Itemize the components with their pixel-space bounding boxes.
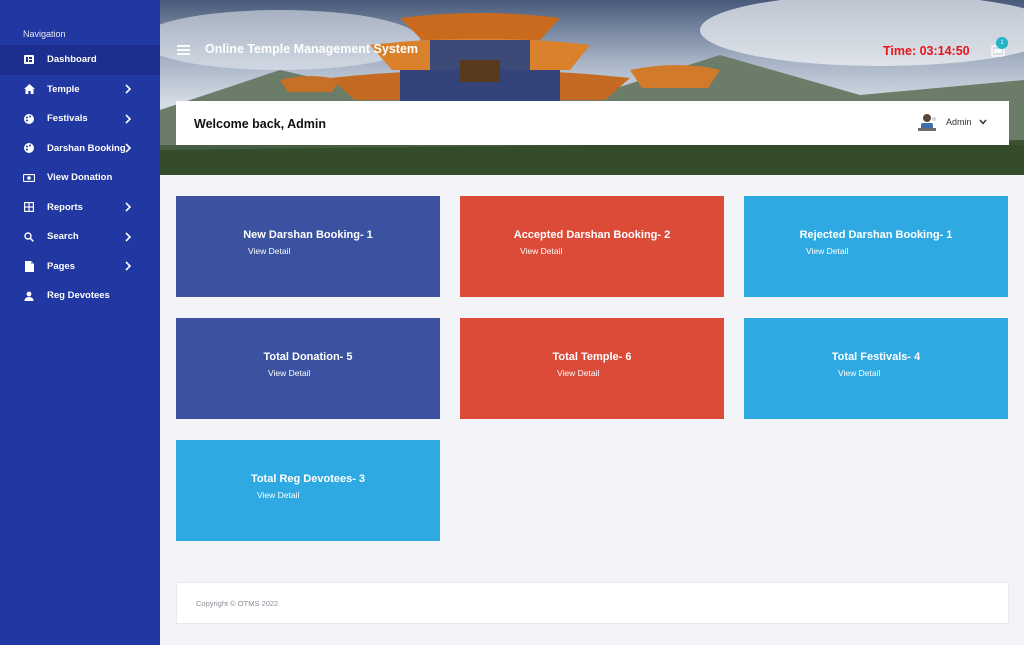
sidebar-item-darshan-booking[interactable]: Darshan Booking bbox=[0, 134, 160, 164]
sidebar-item-reg-devotees[interactable]: Reg Devotees bbox=[0, 281, 160, 311]
sidebar-item-search[interactable]: Search bbox=[0, 222, 160, 252]
user-menu-label[interactable]: Admin bbox=[946, 117, 972, 127]
card-total-festivals: Total Festivals- 4 View Detail bbox=[744, 318, 1008, 419]
card-title: Total Donation- 5 bbox=[263, 351, 353, 363]
sidebar-item-label: Festivals bbox=[47, 113, 88, 125]
sidebar: Navigation Dashboard Temple Festivals Da… bbox=[0, 0, 160, 645]
sidebar-item-view-donation[interactable]: View Donation bbox=[0, 163, 160, 193]
sidebar-item-label: Darshan Booking bbox=[47, 142, 126, 154]
page-icon bbox=[23, 260, 35, 272]
card-title: Accepted Darshan Booking- 2 bbox=[513, 229, 671, 241]
card-new-darshan-booking: New Darshan Booking- 1 View Detail bbox=[176, 196, 440, 297]
sidebar-item-dashboard[interactable]: Dashboard bbox=[0, 45, 160, 75]
notification-badge: 1 bbox=[996, 37, 1008, 49]
app-title: Online Temple Management System bbox=[205, 42, 419, 56]
sidebar-item-label: Reports bbox=[47, 201, 83, 213]
view-detail-link[interactable]: View Detail bbox=[248, 246, 290, 256]
sidebar-item-label: Reg Devotees bbox=[47, 290, 110, 302]
chevron-right-icon bbox=[125, 202, 132, 212]
menu-toggle-icon[interactable] bbox=[177, 45, 190, 55]
chevron-right-icon bbox=[125, 143, 132, 153]
money-icon bbox=[23, 172, 35, 184]
card-title: Total Festivals- 4 bbox=[831, 351, 921, 363]
chevron-right-icon bbox=[125, 84, 132, 94]
card-title: Total Temple- 6 bbox=[552, 351, 632, 363]
home-icon bbox=[23, 83, 35, 95]
card-total-reg-devotees: Total Reg Devotees- 3 View Detail bbox=[176, 440, 440, 541]
card-accepted-darshan-booking: Accepted Darshan Booking- 2 View Detail bbox=[460, 196, 724, 297]
avatar[interactable] bbox=[916, 111, 938, 133]
grid-icon bbox=[23, 201, 35, 213]
sidebar-item-festivals[interactable]: Festivals bbox=[0, 104, 160, 134]
header-banner-image bbox=[160, 0, 1024, 175]
footer: Copyright © OTMS 2022 bbox=[176, 582, 1009, 624]
view-detail-link[interactable]: View Detail bbox=[806, 246, 848, 256]
sidebar-item-label: Temple bbox=[47, 83, 80, 95]
card-total-temple: Total Temple- 6 View Detail bbox=[460, 318, 724, 419]
view-detail-link[interactable]: View Detail bbox=[520, 246, 562, 256]
view-detail-link[interactable]: View Detail bbox=[257, 490, 299, 500]
search-icon bbox=[23, 231, 35, 243]
user-icon bbox=[23, 290, 35, 302]
card-title: New Darshan Booking- 1 bbox=[243, 229, 373, 241]
sidebar-item-temple[interactable]: Temple bbox=[0, 75, 160, 105]
welcome-message: Welcome back, Admin bbox=[194, 117, 326, 131]
welcome-bar: Welcome back, Admin Admin bbox=[176, 101, 1009, 145]
chevron-down-icon[interactable] bbox=[979, 119, 987, 125]
sidebar-item-label: View Donation bbox=[47, 172, 113, 184]
card-title: Total Reg Devotees- 3 bbox=[250, 473, 366, 485]
palette-icon bbox=[23, 113, 35, 125]
nav-heading: Navigation bbox=[23, 29, 66, 39]
view-detail-link[interactable]: View Detail bbox=[838, 368, 880, 378]
copyright-text: Copyright © OTMS 2022 bbox=[196, 599, 279, 608]
clock-readout: Time: 03:14:50 bbox=[883, 44, 970, 58]
chevron-right-icon bbox=[125, 232, 132, 242]
sidebar-item-label: Pages bbox=[47, 260, 75, 272]
dashboard-icon bbox=[23, 54, 35, 66]
sidebar-item-reports[interactable]: Reports bbox=[0, 193, 160, 223]
view-detail-link[interactable]: View Detail bbox=[268, 368, 310, 378]
card-total-donation: Total Donation- 5 View Detail bbox=[176, 318, 440, 419]
chevron-right-icon bbox=[125, 261, 132, 271]
view-detail-link[interactable]: View Detail bbox=[557, 368, 599, 378]
sidebar-item-pages[interactable]: Pages bbox=[0, 252, 160, 282]
card-title: Rejected Darshan Booking- 1 bbox=[799, 229, 953, 241]
sidebar-item-label: Dashboard bbox=[47, 54, 97, 66]
palette-icon bbox=[23, 142, 35, 154]
sidebar-item-label: Search bbox=[47, 231, 79, 243]
chevron-right-icon bbox=[125, 114, 132, 124]
card-rejected-darshan-booking: Rejected Darshan Booking- 1 View Detail bbox=[744, 196, 1008, 297]
